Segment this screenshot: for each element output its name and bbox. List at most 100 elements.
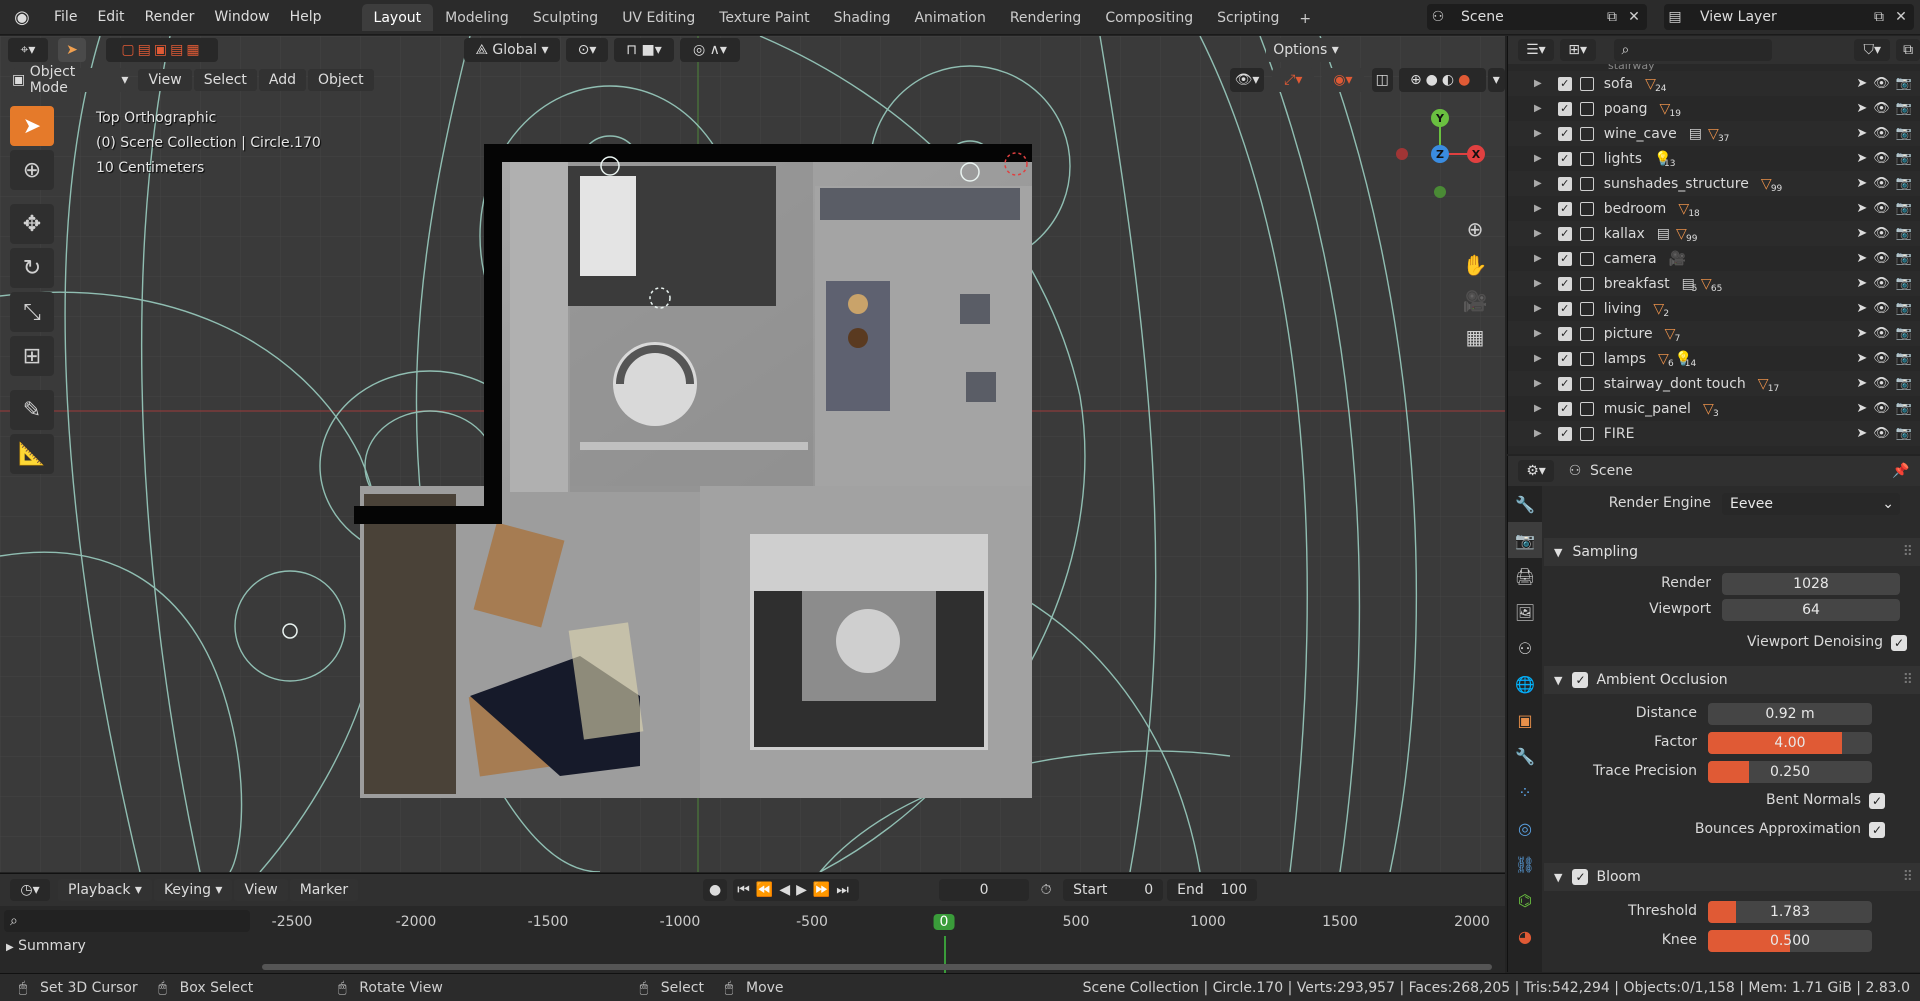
menu-edit[interactable]: Edit [87,9,134,25]
playhead-line[interactable] [944,936,946,976]
selectable-arrow-icon[interactable]: ➤ [1856,226,1867,241]
bloom-knee-slider[interactable]: 0.500 [1708,930,1872,952]
expand-arrow-icon[interactable]: ▶ [1534,353,1542,364]
playback-controls[interactable]: ⏮⏪◀▶⏩⏭ [733,879,860,901]
outliner-item-name[interactable]: FIRE [1604,426,1635,442]
editor-type-icon[interactable]: ⌖▾ [8,38,48,62]
bloom-panel-header[interactable]: ▼ ✓ Bloom ⠿ [1544,863,1920,891]
render-camera-icon[interactable]: 📷 [1896,101,1912,116]
current-frame-indicator[interactable]: 0 [933,914,955,930]
selectable-arrow-icon[interactable]: ➤ [1856,276,1867,291]
modifier-tab-icon[interactable]: 🔧 [1508,738,1542,774]
camera-icon[interactable]: 🎥 [1669,251,1686,267]
selectable-arrow-icon[interactable]: ➤ [1856,176,1867,191]
exclude-checkbox[interactable]: ✓ [1557,426,1572,441]
bloom-enable-checkbox[interactable]: ✓ [1572,869,1589,885]
blender-logo-icon[interactable]: ◉ [10,5,34,29]
navigation-gizmo[interactable]: Y X Z [1390,94,1500,204]
outliner-row[interactable]: ▶ ✓ picture ▽ 7 ➤ 👁 📷 [1508,321,1920,346]
viewport-menu-select[interactable]: Select [193,69,257,91]
selectable-arrow-icon[interactable]: ➤ [1856,401,1867,416]
sampling-panel-header[interactable]: ▼ Sampling ⠿ [1544,538,1920,566]
collection-icon[interactable]: ▤ [1657,226,1670,242]
selectable-arrow-icon[interactable]: ➤ [1856,126,1867,141]
drag-handle-icon[interactable]: ⠿ [1903,869,1913,885]
selectable-arrow-icon[interactable]: ➤ [1856,76,1867,91]
selectable-arrow-icon[interactable]: ➤ [1856,151,1867,166]
tab-animation[interactable]: Animation [902,4,997,31]
object-tab-icon[interactable]: ▣ [1508,702,1542,738]
mesh-icon[interactable]: ▽ 19 [1660,101,1681,119]
outliner-row[interactable]: ▶ ✓ breakfast ▤ 5 ▽ 65 ➤ 👁 📷 [1508,271,1920,296]
mesh-icon[interactable]: ▽ 18 [1678,201,1699,219]
outliner-row[interactable]: ▶ ✓ stairway_dont touch ▽ 17 ➤ 👁 📷 [1508,371,1920,396]
outliner-item-name[interactable]: lights [1604,151,1642,167]
scene-tab-icon[interactable]: ⚇ [1508,630,1542,666]
outliner-row[interactable]: ▶ ✓ poang ▽ 19 ➤ 👁 📷 [1508,96,1920,121]
selectable-arrow-icon[interactable]: ➤ [1856,326,1867,341]
constraints-tab-icon[interactable]: ⛓ [1508,846,1542,882]
add-workspace-button[interactable]: + [1291,7,1319,31]
outliner-item-name[interactable]: camera [1604,251,1657,267]
render-camera-icon[interactable]: 📷 [1896,401,1912,416]
select-box-tool-icon[interactable]: ➤ [10,106,54,146]
eye-icon[interactable]: 👁 [1873,151,1890,166]
menu-window[interactable]: Window [204,9,279,25]
mesh-icon[interactable]: ▽ 17 [1758,376,1779,394]
render-camera-icon[interactable]: 📷 [1896,151,1912,166]
expand-arrow-icon[interactable]: ▶ [1534,228,1542,239]
playback-menu[interactable]: Playback ▾ [58,879,152,901]
gizmo-neg-y-axis[interactable] [1434,186,1446,198]
transform-orientation-dropdown[interactable]: ⟁ Global ▾ [464,38,560,62]
light-icon[interactable]: 💡 14 [1675,351,1696,369]
light-icon[interactable]: 💡 13 [1654,151,1675,169]
ao-panel-header[interactable]: ▼ ✓ Ambient Occlusion ⠿ [1544,666,1920,694]
outliner-row[interactable]: ▶ ✓ sofa ▽ 24 ➤ 👁 📷 [1508,71,1920,96]
eye-icon[interactable]: 👁 [1873,226,1890,241]
exclude-checkbox[interactable]: ✓ [1557,401,1572,416]
particles-tab-icon[interactable]: ⁘ [1508,774,1542,810]
outliner-item-name[interactable]: wine_cave [1604,126,1677,142]
mesh-icon[interactable]: ▽ 37 [1708,126,1729,144]
view-layer-selector[interactable]: ▤ View Layer ⧉ ✕ [1664,4,1914,30]
outliner-item-name[interactable]: music_panel [1604,401,1691,417]
transform-tool-icon[interactable]: ⊞ [10,336,54,376]
record-icon[interactable]: ● [703,879,728,901]
expand-arrow-icon[interactable]: ▶ [1534,303,1542,314]
start-frame-field[interactable]: Start 0 [1063,879,1164,901]
timeline-scrollbar[interactable] [262,964,1492,970]
mesh-icon[interactable]: ▽ 99 [1761,176,1782,194]
options-dropdown[interactable]: Options ▾ [1266,38,1346,62]
expand-arrow-icon[interactable]: ▶ [1534,153,1542,164]
exclude-checkbox[interactable]: ✓ [1557,251,1572,266]
tab-texture-paint[interactable]: Texture Paint [707,4,821,31]
expand-arrow-icon[interactable]: ▶ [1534,78,1542,89]
xray-icon[interactable]: ◫ [1371,68,1393,92]
outliner-editor-type-icon[interactable]: ☰▾ [1518,39,1554,61]
eye-icon[interactable]: 👁 [1873,126,1890,141]
drag-handle-icon[interactable]: ⠿ [1903,544,1913,560]
tab-shading[interactable]: Shading [822,4,903,31]
view-layer-tab-icon[interactable]: 🖼 [1508,594,1542,630]
measure-tool-icon[interactable]: 📐 [10,434,54,474]
toggle-perspective-icon[interactable]: ▦ [1458,320,1492,354]
eye-icon[interactable]: 👁 [1873,326,1890,341]
snap-icon[interactable]: ⊓ ■▾ [614,38,674,62]
mesh-icon[interactable]: ▽ 24 [1645,76,1666,94]
expand-arrow-icon[interactable]: ▶ [1534,278,1542,289]
render-camera-icon[interactable]: 📷 [1896,301,1912,316]
marker-menu[interactable]: Marker [289,879,359,901]
eye-icon[interactable]: 👁 [1873,251,1890,266]
exclude-checkbox[interactable]: ✓ [1557,301,1572,316]
mesh-icon[interactable]: ▽ 65 [1701,276,1722,294]
eye-icon[interactable]: 👁 [1873,351,1890,366]
ao-distance-field[interactable]: 0.92 m [1708,703,1872,725]
tab-modeling[interactable]: Modeling [433,4,521,31]
outliner-item-name[interactable]: poang [1604,101,1648,117]
shading-options-icon[interactable]: ▾ [1487,68,1505,92]
viewport-denoising-checkbox[interactable]: ✓ [1891,635,1907,651]
scene-selector[interactable]: ⚇ Scene ⧉ ✕ [1427,4,1647,30]
material-tab-icon[interactable]: ◕ [1508,918,1542,954]
render-tab-icon[interactable]: 📷 [1508,522,1542,558]
mesh-icon[interactable]: ▽ 7 [1665,326,1681,344]
